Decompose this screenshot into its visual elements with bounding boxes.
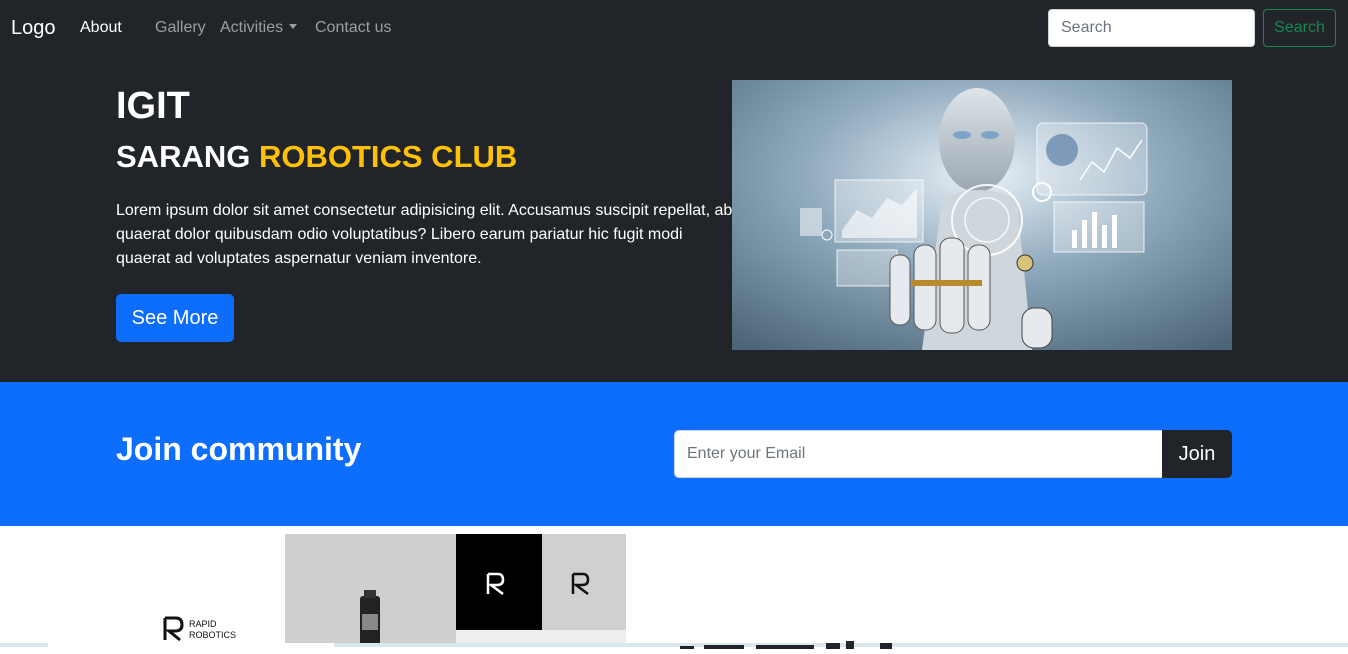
nav-link-gallery[interactable]: Gallery: [155, 19, 206, 37]
svg-text:ROBOTICS: ROBOTICS: [189, 630, 236, 640]
nav-link-about[interactable]: About: [80, 19, 122, 37]
search-input[interactable]: [1048, 9, 1255, 47]
nav-link-activities-label: Activities: [220, 19, 284, 36]
hero-subtitle: SARANG ROBOTICS CLUB: [116, 139, 517, 175]
bottom-scroll-strip: [0, 643, 1348, 647]
hero-section: IGIT SARANG ROBOTICS CLUB Lorem ipsum do…: [0, 57, 1348, 382]
dropdown-caret-icon: [289, 24, 298, 29]
partner-product-collage: [285, 534, 626, 647]
brand-logo[interactable]: Logo: [11, 17, 56, 40]
hero-title: IGIT: [116, 85, 190, 127]
hero-description: Lorem ipsum dolor sit amet consectetur a…: [116, 202, 733, 267]
hero-subtitle-white: SARANG: [116, 139, 259, 174]
see-more-button[interactable]: See More: [116, 294, 234, 342]
search-button[interactable]: Search: [1263, 9, 1336, 47]
partners-section: RAPID ROBOTICS: [0, 526, 1348, 647]
nav-link-contact[interactable]: Contact us: [315, 19, 391, 37]
join-community-title: Join community: [116, 431, 362, 467]
robot-hero-image: [732, 80, 1232, 350]
rapid-robotics-logo: RAPID ROBOTICS: [160, 614, 250, 644]
navbar: Logo About Gallery Activities Contact us…: [0, 0, 1348, 57]
join-community-section: Join community Join: [0, 382, 1348, 526]
nav-link-activities[interactable]: Activities: [220, 19, 298, 37]
email-input[interactable]: [674, 430, 1163, 478]
partial-heading-text: [680, 636, 900, 649]
join-button[interactable]: Join: [1162, 430, 1232, 478]
hero-subtitle-accent: ROBOTICS CLUB: [258, 139, 518, 174]
svg-text:RAPID: RAPID: [189, 619, 217, 629]
